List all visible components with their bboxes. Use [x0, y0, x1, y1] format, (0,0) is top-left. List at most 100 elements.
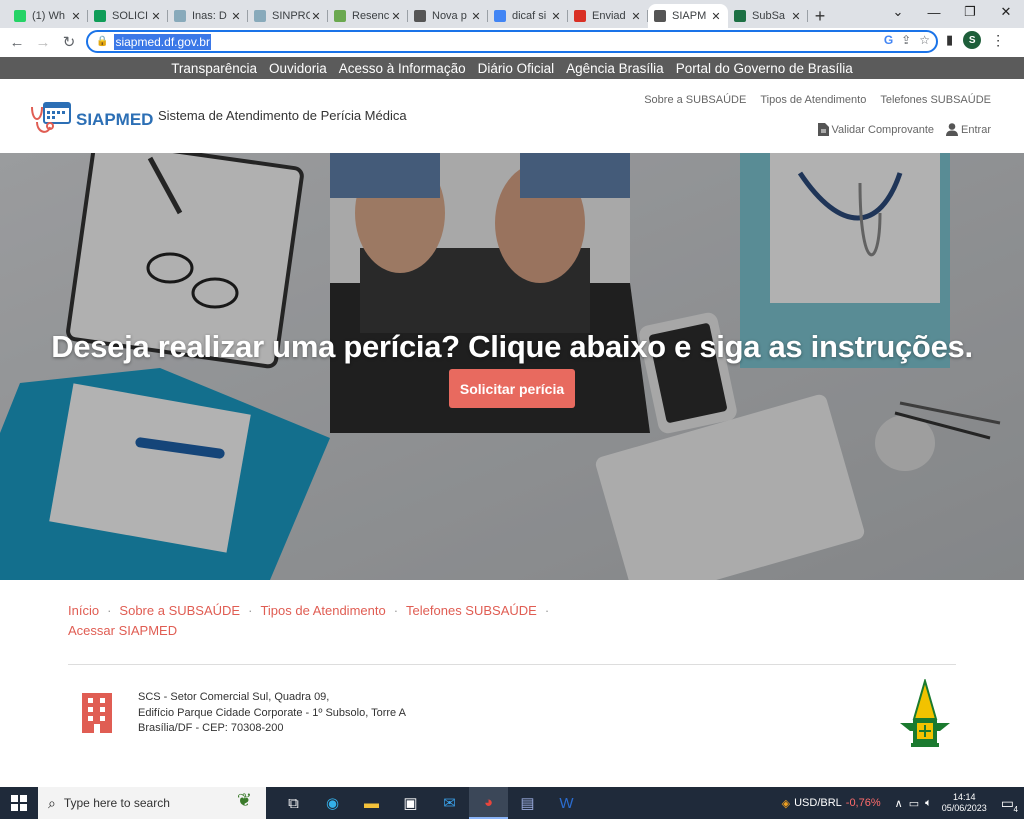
clock[interactable]: 14:14 05/06/2023	[942, 792, 987, 814]
footer-separator: ·	[544, 603, 550, 618]
siapmed-logo[interactable]: SIAPMED	[28, 101, 153, 139]
browser-tab[interactable]: (1) Wh ✕	[8, 4, 88, 28]
word-icon[interactable]: W	[547, 787, 586, 819]
stethoscope-calendar-icon	[31, 102, 71, 133]
footer-link[interactable]: Acessar SIAPMED	[68, 623, 177, 638]
footer-link[interactable]: Sobre a SUBSAÚDE	[119, 603, 240, 618]
top-nav-link[interactable]: Telefones SUBSAÚDE	[880, 94, 991, 106]
gov-link[interactable]: Ouvidoria	[269, 61, 327, 76]
file-explorer-icon[interactable]: ▬	[352, 787, 391, 819]
network-icon[interactable]: ▭	[909, 797, 919, 810]
google-icon	[494, 10, 506, 22]
profile-avatar[interactable]: S	[963, 31, 982, 49]
url-text[interactable]: siapmed.df.gov.br	[114, 33, 211, 50]
top-nav-link[interactable]: Sobre a SUBSAÚDE	[644, 94, 746, 106]
footer-navigation: Início · Sobre a SUBSAÚDE · Tipos de Atendim…	[68, 601, 588, 641]
tab-title: dicaf si	[512, 10, 547, 22]
browser-tab[interactable]: dicaf si ✕	[488, 4, 568, 28]
browser-menu-icon[interactable]: ⋮	[991, 32, 1005, 49]
header-actions: Validar Comprovante Entrar	[817, 123, 991, 136]
reload-icon[interactable]: ↻	[56, 29, 82, 55]
restore-icon[interactable]: ❐	[952, 0, 988, 24]
browser-tab[interactable]: Inas: D ✕	[168, 4, 248, 28]
forward-icon[interactable]: →	[30, 29, 56, 55]
gov-link[interactable]: Portal do Governo de Brasília	[676, 61, 853, 76]
footer-link[interactable]: Telefones SUBSAÚDE	[406, 603, 537, 618]
close-tab-icon[interactable]: ✕	[150, 10, 162, 23]
gov-link[interactable]: Diário Oficial	[478, 61, 555, 76]
store-icon[interactable]: ▣	[391, 787, 430, 819]
new-tab-button[interactable]: +	[808, 4, 832, 28]
footer-link[interactable]: Tipos de Atendimento	[260, 603, 385, 618]
currency-widget[interactable]: ◈ USD/BRL -0,76%	[782, 797, 881, 810]
system-tray: ◈ USD/BRL -0,76% ∧ ▭ 🔈︎ 14:14 05/06/2023…	[782, 787, 1024, 819]
globe-icon	[254, 10, 266, 22]
close-tab-icon[interactable]: ✕	[550, 10, 562, 23]
login-link[interactable]: Entrar	[946, 123, 991, 136]
close-tab-icon[interactable]: ✕	[70, 10, 82, 23]
close-tab-icon[interactable]: ✕	[630, 10, 642, 23]
notepad-icon[interactable]: ▤	[508, 787, 547, 819]
address-line: SCS - Setor Comercial Sul, Quadra 09,	[138, 691, 330, 703]
browser-tab[interactable]: SIAPM ✕	[648, 4, 728, 28]
request-exam-button[interactable]: Solicitar perícia	[449, 369, 575, 408]
top-nav-link[interactable]: Tipos de Atendimento	[760, 94, 866, 106]
close-tab-icon[interactable]: ✕	[390, 10, 402, 23]
edge-icon[interactable]: ◉	[313, 787, 352, 819]
logo-text: SIAPMED	[76, 110, 154, 129]
chrome-icon	[414, 10, 426, 22]
google-lens-icon[interactable]: G	[884, 33, 893, 47]
tab-title: SubSa	[752, 10, 786, 22]
browser-tab[interactable]: Enviad ✕	[568, 4, 648, 28]
tab-title: SIAPM	[672, 10, 707, 22]
browser-tab[interactable]: Nova p ✕	[408, 4, 488, 28]
hero-title: Deseja realizar uma perícia? Clique abai…	[51, 329, 973, 364]
tab-search-icon[interactable]: ⌄	[880, 0, 916, 24]
volume-icon[interactable]: 🔈︎	[925, 797, 932, 810]
share-icon[interactable]: ⇪	[901, 33, 911, 47]
taskbar-apps: ⧉ ◉ ▬ ▣ ✉ ◕ ▤ W	[274, 787, 586, 819]
back-icon[interactable]: ←	[4, 29, 30, 55]
close-tab-icon[interactable]: ✕	[710, 10, 722, 23]
task-view-icon[interactable]: ⧉	[274, 787, 313, 819]
search-icon: ⌕	[48, 794, 56, 811]
browser-tab[interactable]: Resenc ✕	[328, 4, 408, 28]
page-icon	[334, 10, 346, 22]
address-line: Brasília/DF - CEP: 70308-200	[138, 722, 284, 734]
side-panel-icon[interactable]: ▮	[946, 32, 953, 48]
plant-icon: ❦	[236, 790, 252, 810]
taskbar-search-input[interactable]: ⌕ Type here to search ❦	[38, 787, 266, 819]
close-tab-icon[interactable]: ✕	[230, 10, 242, 23]
chevron-up-icon[interactable]: ∧	[895, 797, 903, 810]
windows-start-icon[interactable]	[0, 787, 38, 819]
globe-icon	[654, 10, 666, 22]
footer-separator: ·	[107, 603, 112, 618]
browser-tab[interactable]: SINPRO ✕	[248, 4, 328, 28]
validate-receipt-link[interactable]: Validar Comprovante	[817, 123, 934, 136]
lock-icon[interactable]: 🔒	[96, 36, 108, 47]
mail-icon[interactable]: ✉	[430, 787, 469, 819]
notifications-icon[interactable]: ▭ 4	[1001, 795, 1018, 814]
user-icon	[946, 123, 959, 136]
chrome-taskbar-icon[interactable]: ◕	[469, 787, 508, 819]
bookmark-star-icon[interactable]: ☆	[919, 33, 930, 47]
sheets-icon	[94, 10, 106, 22]
close-tab-icon[interactable]: ✕	[790, 10, 802, 23]
browser-toolbar: ← → ↻ 🔒 siapmed.df.gov.br G ⇪ ☆ ▮ S ⋮	[0, 28, 1024, 56]
gov-link[interactable]: Agência Brasília	[566, 61, 664, 76]
browser-tab[interactable]: SOLICI ✕	[88, 4, 168, 28]
site-header: SIAPMED Sistema de Atendimento de Períci…	[0, 79, 1024, 153]
close-window-icon[interactable]: ✕	[988, 0, 1024, 24]
tab-title: Inas: D	[192, 10, 227, 22]
excel-icon	[734, 10, 746, 22]
gov-link[interactable]: Acesso à Informação	[339, 61, 466, 76]
footer-address: SCS - Setor Comercial Sul, Quadra 09, Edi…	[138, 690, 406, 737]
minimize-icon[interactable]: —	[916, 0, 952, 24]
government-links-bar: Transparência Ouvidoria Acesso à Informaçã…	[0, 57, 1024, 79]
address-bar[interactable]: 🔒 siapmed.df.gov.br G ⇪ ☆	[86, 30, 938, 53]
close-tab-icon[interactable]: ✕	[470, 10, 482, 23]
close-tab-icon[interactable]: ✕	[310, 10, 322, 23]
browser-tab[interactable]: SubSa ✕	[728, 4, 808, 28]
footer-link[interactable]: Início	[68, 603, 99, 618]
gov-link[interactable]: Transparência	[171, 61, 257, 76]
